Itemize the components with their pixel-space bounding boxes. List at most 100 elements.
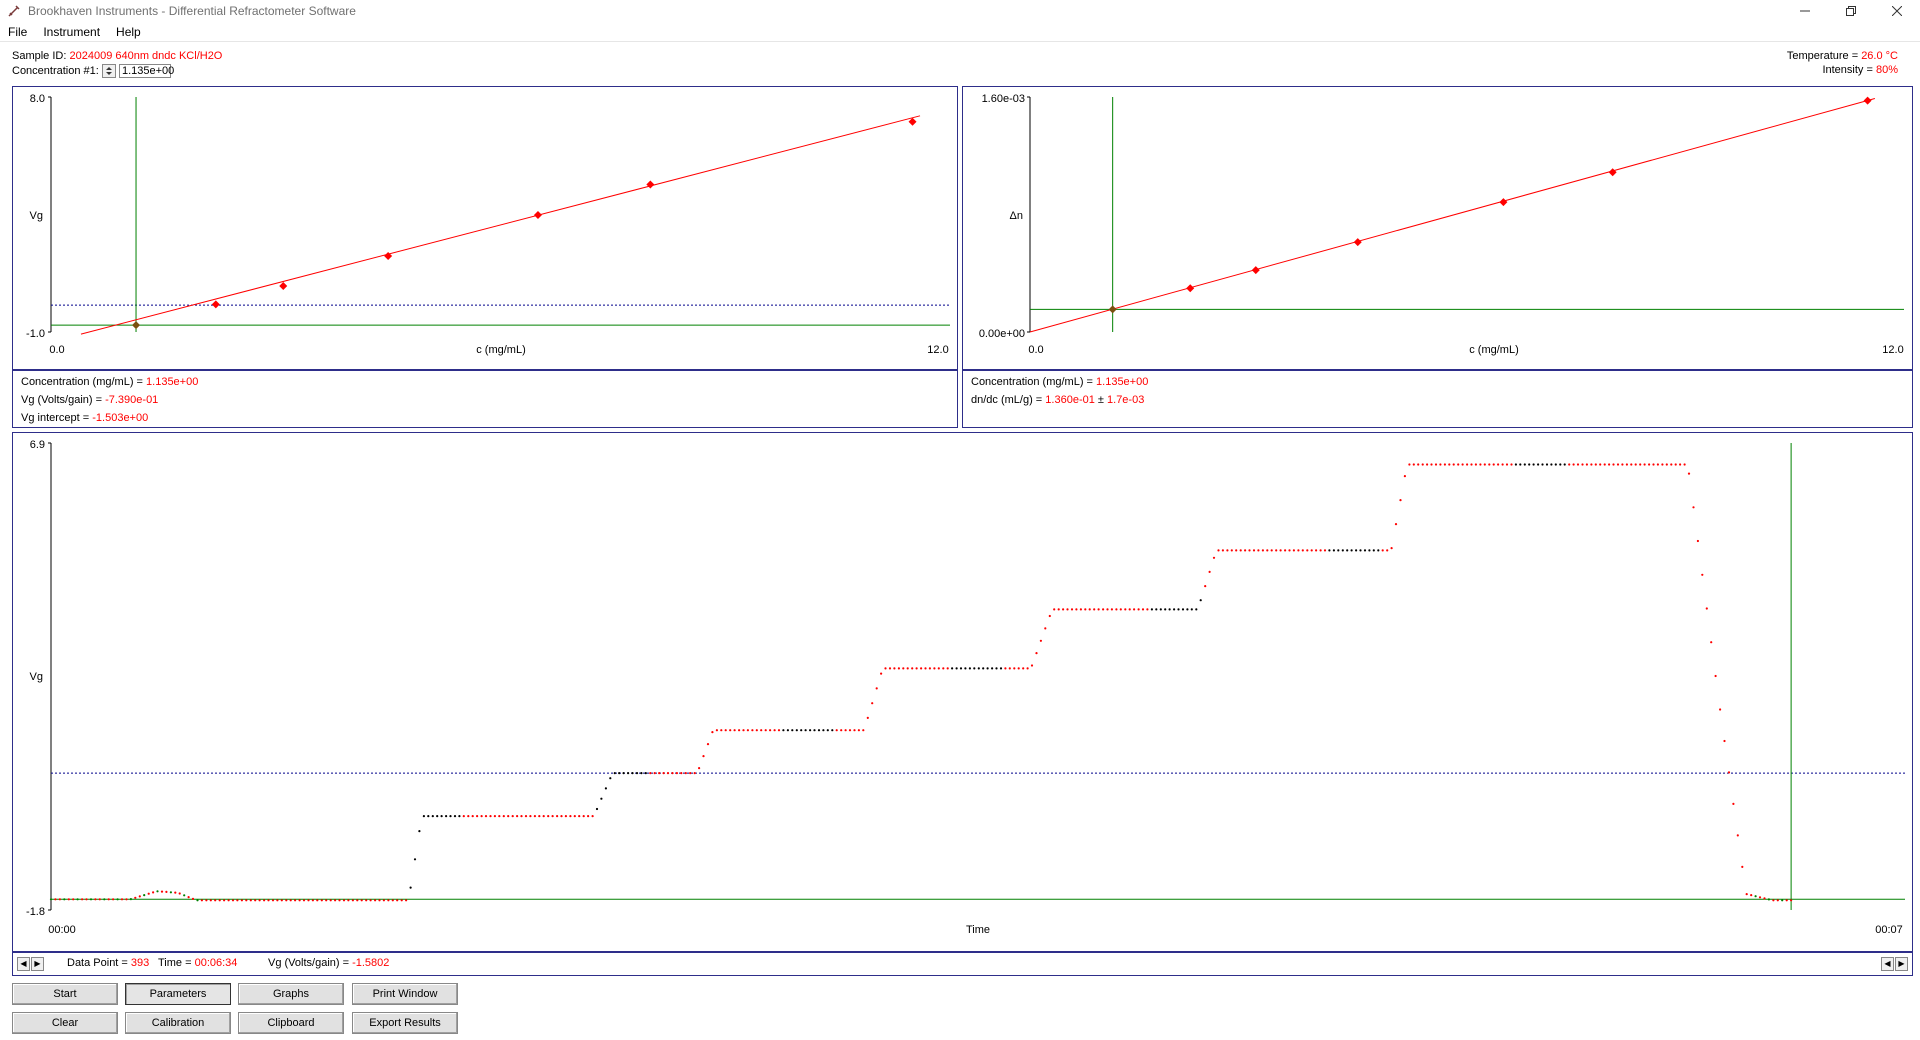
bottom-data-point [1523, 463, 1526, 466]
status-vg: Vg (Volts/gain) = -1.5802 [268, 957, 389, 969]
restore-button[interactable] [1828, 0, 1874, 22]
right-data-point [1863, 96, 1872, 105]
bottom-data-point [1230, 549, 1233, 552]
bottom-data-point [1275, 549, 1278, 552]
bottom-data-point [76, 898, 79, 901]
bottom-data-point [902, 667, 905, 670]
export-results-button[interactable]: Export Results [352, 1012, 458, 1034]
bottom-data-point [236, 899, 239, 902]
spinner-arrows-icon [105, 67, 112, 75]
bottom-data-point [1679, 463, 1682, 466]
bottom-data-point [564, 815, 568, 818]
menu-help[interactable]: Help [108, 25, 149, 39]
bottom-data-point [1297, 549, 1300, 552]
bottom-data-point [85, 898, 88, 901]
bottom-data-point [329, 899, 332, 902]
bottom-data-point [556, 815, 559, 818]
bottom-data-point [920, 667, 923, 670]
clear-button[interactable]: Clear [12, 1012, 118, 1034]
bottom-data-point [1785, 899, 1788, 902]
bottom-data-point [502, 815, 505, 818]
minimize-button[interactable] [1782, 0, 1828, 22]
concentration-spinner[interactable] [101, 64, 116, 78]
bottom-data-point [325, 899, 328, 902]
bottom-data-point [134, 896, 137, 899]
bottom-data-point [1399, 499, 1402, 502]
bottom-data-point [1461, 463, 1464, 466]
graphs-button[interactable]: Graphs [238, 983, 344, 1005]
info-left-intercept: Vg intercept = -1.503e+00 [21, 412, 148, 424]
info-right-concentration: Concentration (mg/mL) = 1.135e+00 [971, 376, 1148, 388]
bottom-data-point [649, 772, 652, 775]
bottom-data-point [964, 667, 967, 670]
bottom-data-point [320, 899, 323, 902]
close-button[interactable] [1874, 0, 1920, 22]
bottom-data-point [600, 797, 603, 800]
menu-instrument[interactable]: Instrument [35, 25, 108, 39]
status-dp-label: Data Point = [67, 957, 128, 969]
bottom-data-point [493, 815, 496, 818]
left-fit-line [80, 115, 921, 335]
bottom-data-point [1634, 463, 1637, 466]
menu-file[interactable]: File [0, 25, 35, 39]
bottom-data-point [1270, 549, 1273, 552]
scroll-left-button-right[interactable]: ◀ [1881, 957, 1894, 971]
bottom-data-point [1514, 463, 1517, 466]
bottom-data-point [538, 815, 541, 818]
bottom-data-point [1616, 463, 1620, 466]
clipboard-button[interactable]: Clipboard [238, 1012, 344, 1034]
right-data-point [1353, 238, 1362, 247]
bottom-data-point [888, 667, 892, 670]
scroll-right-button[interactable]: ▶ [31, 957, 44, 971]
bottom-data-point [618, 772, 621, 775]
bottom-data-point [711, 731, 714, 734]
bottom-data-point [959, 667, 963, 670]
scroll-left-button[interactable]: ◀ [17, 957, 30, 971]
status-datapoint: Data Point = 393 [67, 957, 149, 969]
bottom-data-point [445, 815, 448, 818]
bottom-data-point [467, 815, 470, 818]
bottom-data-point [1426, 463, 1429, 466]
parameters-button[interactable]: Parameters [125, 983, 231, 1005]
bottom-data-point [569, 815, 572, 818]
chart-right-xlabel: c (mg/mL) [1469, 344, 1519, 356]
bottom-data-point [1470, 463, 1473, 466]
bottom-data-point [800, 729, 803, 732]
bottom-data-point [822, 729, 825, 732]
bottom-data-point [662, 772, 665, 775]
bottom-data-point [285, 899, 288, 902]
bottom-data-point [1212, 556, 1216, 559]
bottom-data-point [1150, 608, 1153, 611]
bottom-data-point [1053, 608, 1056, 611]
bottom-data-point [591, 815, 594, 818]
bottom-data-point [1776, 899, 1779, 902]
bottom-data-point [1732, 802, 1735, 805]
bottom-data-point [627, 772, 630, 775]
bottom-data-point [1758, 896, 1762, 899]
bottom-data-point [968, 667, 972, 670]
bottom-data-point [671, 772, 674, 775]
chart-left-ymin: -1.0 [26, 328, 45, 340]
bottom-data-point [94, 898, 97, 901]
print-window-button[interactable]: Print Window [352, 983, 458, 1005]
bottom-data-point [1017, 667, 1020, 670]
bottom-data-point [533, 815, 537, 818]
chart-right-ymin: 0.00e+00 [979, 328, 1025, 340]
scroll-right-button-right[interactable]: ▶ [1895, 957, 1908, 971]
bottom-data-point [1257, 549, 1260, 552]
info-right-dndc-err: 1.7e-03 [1107, 394, 1145, 406]
chart-right-xmin: 0.0 [1028, 344, 1043, 356]
bottom-data-point [338, 899, 341, 902]
bottom-data-point [1328, 549, 1331, 552]
bottom-data-point [365, 899, 368, 902]
bottom-data-point [1572, 463, 1575, 466]
concentration-input[interactable]: 1.135e+00 [118, 64, 174, 78]
calibration-button[interactable]: Calibration [125, 1012, 231, 1034]
bottom-data-point [826, 729, 829, 732]
minimize-icon [1800, 10, 1810, 12]
start-button[interactable]: Start [12, 983, 118, 1005]
bottom-data-point [1288, 549, 1291, 552]
bottom-data-point [258, 899, 261, 902]
bottom-data-point [72, 898, 75, 901]
left-data-point [211, 300, 220, 309]
